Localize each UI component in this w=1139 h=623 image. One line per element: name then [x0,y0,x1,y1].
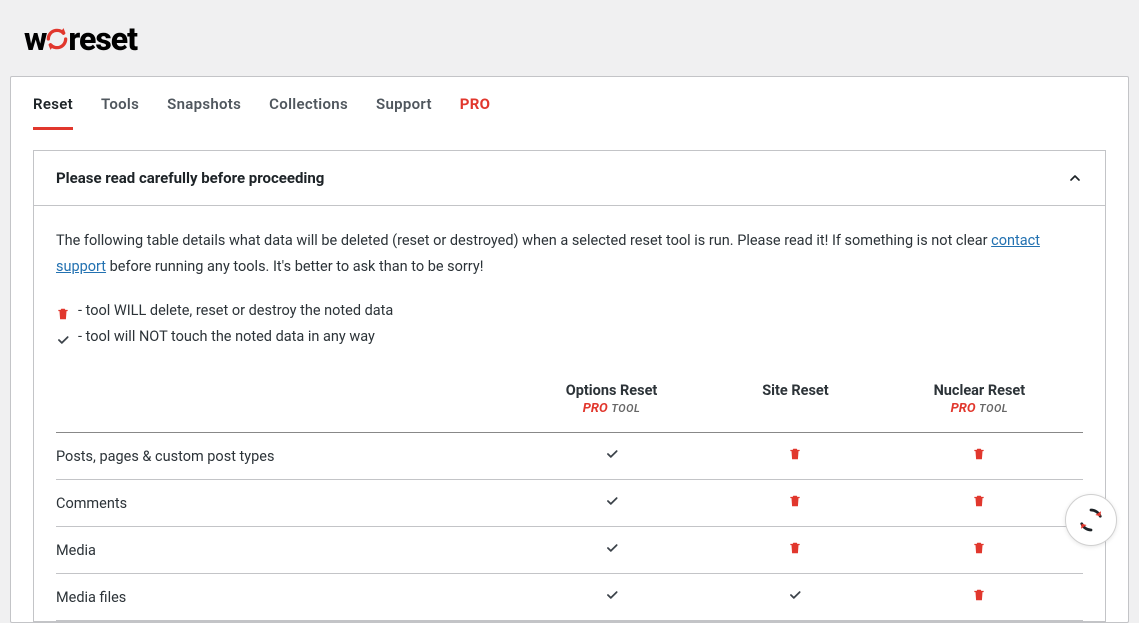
row-label: Posts, pages & custom post types [56,433,508,480]
tab-collections[interactable]: Collections [269,77,348,130]
cell-trash [876,527,1083,574]
panel-title: Please read carefully before proceeding [56,169,324,187]
tab-snapshots[interactable]: Snapshots [167,77,241,130]
cell-check [508,433,715,480]
row-label: Media files [56,574,508,621]
cell-check [715,574,876,621]
main-card: Reset Tools Snapshots Collections Support PRO… [10,76,1129,623]
reset-comparison-table: Options ResetPRO TOOLSite ResetNuclear R… [56,368,1083,621]
column-header: Options ResetPRO TOOL [508,368,715,433]
cell-trash [715,527,876,574]
legend: - tool WILL delete, reset or destroy the… [56,298,1083,350]
check-icon [788,588,802,602]
row-label: Comments [56,480,508,527]
cell-trash [876,574,1083,621]
row-label: Media [56,527,508,574]
table-row: Media [56,527,1083,574]
column-header: Nuclear ResetPRO TOOL [876,368,1083,433]
cell-check [508,480,715,527]
cell-trash [715,480,876,527]
trash-icon [972,541,986,555]
cell-trash [876,433,1083,480]
tab-pro[interactable]: PRO [460,77,491,130]
warning-panel: Please read carefully before proceeding … [33,150,1106,622]
cell-trash [876,480,1083,527]
tab-tools[interactable]: Tools [101,77,139,130]
brand-reset-icon [44,26,70,52]
legend-check-row: - tool will NOT touch the noted data in … [56,324,1083,350]
cell-check [508,527,715,574]
trash-icon [788,447,802,461]
tab-bar: Reset Tools Snapshots Collections Support PRO [11,77,1128,130]
legend-trash-row: - tool WILL delete, reset or destroy the… [56,298,1083,324]
panel-toggle[interactable]: Please read carefully before proceeding [34,151,1105,206]
tab-reset[interactable]: Reset [33,77,73,130]
panel-body: The following table details what data wi… [34,206,1105,621]
tab-support[interactable]: Support [376,77,432,130]
trash-icon [972,494,986,508]
refresh-fab-button[interactable] [1065,494,1117,546]
table-row: Media files [56,574,1083,621]
column-header-empty [56,368,508,433]
column-header: Site Reset [715,368,876,433]
check-icon [605,541,619,555]
check-icon [605,588,619,602]
cell-check [508,574,715,621]
trash-icon [972,588,986,602]
trash-icon [788,541,802,555]
legend-trash-text: - tool WILL delete, reset or destroy the… [78,298,393,324]
table-row: Posts, pages & custom post types [56,433,1083,480]
check-icon [56,330,70,344]
trash-icon [788,494,802,508]
cell-trash [715,433,876,480]
brand-post: reset [68,20,137,58]
panel-description: The following table details what data wi… [56,228,1083,280]
check-icon [605,447,619,461]
check-icon [605,494,619,508]
table-row: Comments [56,480,1083,527]
trash-icon [972,447,986,461]
legend-check-text: - tool will NOT touch the noted data in … [78,324,375,350]
trash-icon [56,304,70,318]
brand-pre: w [24,20,46,58]
brand-logo: w reset [24,20,1129,58]
chevron-up-icon [1067,170,1083,186]
